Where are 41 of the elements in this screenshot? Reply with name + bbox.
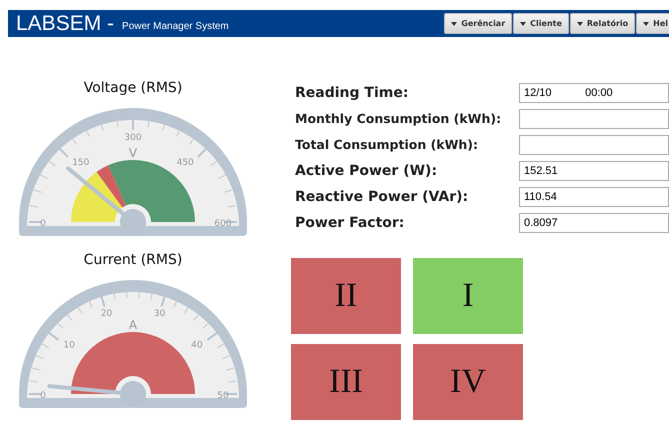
unit-label: V (128, 146, 138, 160)
tick-label: 30 (154, 309, 166, 320)
menu-button[interactable]: Relatório (570, 13, 636, 34)
tick-label: 150 (72, 158, 90, 168)
menu-button[interactable]: Gerênciar (444, 13, 512, 34)
tick-label: 450 (176, 158, 194, 168)
input-field[interactable]: 110.54 (519, 186, 669, 206)
app-title: LABSEM - (16, 12, 114, 36)
caret-icon (576, 22, 583, 26)
menu-button[interactable]: Cliente (513, 13, 569, 34)
caret-icon (451, 22, 458, 26)
input-field[interactable]: 152.51 (519, 160, 669, 180)
quadrant-tile: III (291, 344, 401, 420)
tick-label: 300 (124, 133, 142, 143)
field-label: Reading Time: (295, 84, 410, 100)
input-field[interactable] (519, 108, 669, 128)
gauge-title: Current (RMS) (84, 252, 182, 268)
field-label: Monthly Consumption (kWh): (295, 111, 502, 126)
caret-icon (520, 22, 526, 26)
tick-label: 0 (40, 219, 46, 229)
input-field[interactable] (519, 134, 669, 154)
menu-button[interactable]: Hel (636, 13, 669, 34)
unit-label: A (128, 318, 138, 332)
tick-label: 50 (217, 391, 229, 401)
tick-label: 600 (214, 219, 232, 229)
quadrant-tile: I (413, 258, 523, 334)
caret-icon (643, 22, 650, 26)
field-label: Total Consumption (kWh): (295, 137, 479, 152)
field-label: Active Power (W): (295, 162, 438, 178)
quadrant-tile: IV (413, 344, 523, 420)
gauge-title: Voltage (RMS) (84, 80, 182, 96)
field-label: Reactive Power (VAr): (295, 188, 470, 204)
quadrant-tile: II (291, 258, 401, 334)
tick-label: 10 (63, 340, 75, 350)
input-field[interactable]: 12/10 00:00 (519, 82, 669, 102)
input-field[interactable]: 0.8097 (519, 212, 669, 232)
app-subtitle: Power Manager System (122, 21, 229, 32)
field-label: Power Factor: (295, 214, 406, 230)
tick-label: 40 (191, 340, 203, 350)
tick-label: 20 (100, 309, 112, 320)
tick-label: 0 (40, 391, 46, 401)
